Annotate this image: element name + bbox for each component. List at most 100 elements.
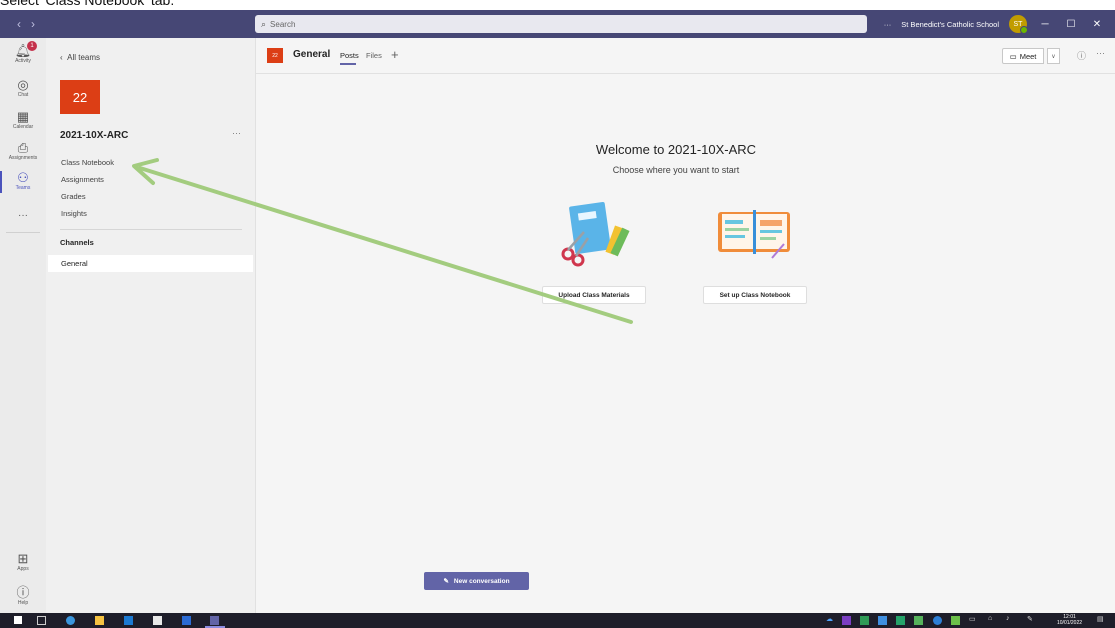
history-nav: ‹ › bbox=[0, 17, 52, 31]
new-conversation-label: New conversation bbox=[453, 577, 510, 585]
upload-class-materials-button[interactable]: Upload Class Materials bbox=[542, 286, 646, 304]
rail-label: Apps bbox=[17, 566, 29, 572]
taskbar-clock[interactable]: 12:01 10/01/2022 bbox=[1057, 614, 1082, 626]
team-link-assignments[interactable]: Assignments bbox=[61, 175, 104, 184]
org-name[interactable]: St Benedict's Catholic School bbox=[901, 20, 999, 29]
edge-icon[interactable] bbox=[66, 616, 75, 625]
instruction-caption: Select 'Class Notebook' tab. bbox=[0, 0, 175, 8]
title-bar: ‹ › ⌕ Search ··· St Benedict's Catholic … bbox=[0, 10, 1115, 38]
meet-button[interactable]: ▭ Meet bbox=[1002, 48, 1044, 64]
settings-more-icon[interactable]: ··· bbox=[884, 20, 892, 29]
assignments-icon: ⎙ bbox=[17, 140, 29, 155]
main-content: 22 General Posts Files + ▭ Meet ∨ ⓘ ··· … bbox=[256, 38, 1115, 613]
rail-label: Chat bbox=[17, 92, 29, 98]
file-explorer-icon[interactable] bbox=[95, 616, 104, 625]
start-icon[interactable] bbox=[14, 616, 22, 624]
tray-app-icon[interactable] bbox=[860, 616, 869, 625]
word-icon[interactable] bbox=[182, 616, 191, 625]
rail-item-apps[interactable]: ⊞ Apps bbox=[0, 552, 46, 573]
tray-app-icon[interactable] bbox=[914, 616, 923, 625]
minimize-icon[interactable]: ─ bbox=[1037, 19, 1053, 30]
chevron-left-icon: ‹ bbox=[60, 53, 63, 62]
clock-date: 10/01/2022 bbox=[1057, 620, 1083, 626]
rail-more-icon[interactable]: ··· bbox=[0, 210, 46, 221]
teams-icon: ⚇ bbox=[17, 170, 29, 185]
team-more-icon[interactable]: ··· bbox=[232, 128, 241, 138]
activity-badge: 1 bbox=[27, 41, 37, 51]
tray-cloud-icon[interactable]: ☁ bbox=[826, 615, 833, 623]
rail-divider bbox=[6, 232, 40, 233]
tab-posts[interactable]: Posts bbox=[340, 51, 359, 65]
tray-app-icon[interactable] bbox=[878, 616, 887, 625]
search-icon: ⌕ bbox=[261, 18, 267, 29]
outlook-icon[interactable] bbox=[124, 616, 133, 625]
help-icon: ⓘ bbox=[16, 585, 30, 600]
rail-item-chat[interactable]: ◎ Chat bbox=[0, 78, 46, 99]
teams-taskbar-icon[interactable] bbox=[210, 616, 219, 625]
rail-item-help[interactable]: ⓘ Help bbox=[0, 586, 46, 607]
app-rail: 🔔︎ 1 Activity ◎ Chat ▦ Calendar ⎙ Assign… bbox=[0, 38, 46, 613]
rail-item-teams[interactable]: ⚇ Teams bbox=[0, 170, 46, 193]
welcome-subtitle: Choose where you want to start bbox=[612, 165, 740, 175]
bell-icon: 🔔︎ bbox=[14, 43, 32, 58]
class-notebook-illustration bbox=[718, 210, 790, 259]
add-tab-icon[interactable]: + bbox=[391, 47, 399, 62]
info-icon[interactable]: ⓘ bbox=[1077, 49, 1086, 62]
tray-onenote-icon[interactable] bbox=[842, 616, 851, 625]
team-name: 2021-10X-ARC bbox=[60, 130, 129, 141]
tray-app-icon[interactable] bbox=[933, 616, 942, 625]
rail-item-assignments[interactable]: ⎙ Assignments bbox=[0, 141, 46, 162]
channel-item-general[interactable]: General bbox=[48, 255, 253, 272]
tray-app-icon[interactable] bbox=[951, 616, 960, 625]
team-link-grades[interactable]: Grades bbox=[61, 192, 86, 201]
team-link-class-notebook[interactable]: Class Notebook bbox=[61, 158, 114, 167]
rail-label: Activity bbox=[15, 58, 31, 64]
search-input[interactable]: ⌕ Search bbox=[255, 15, 867, 33]
setup-class-notebook-button[interactable]: Set up Class Notebook bbox=[703, 286, 807, 304]
tray-network-icon[interactable]: ⌂ bbox=[988, 615, 992, 622]
channel-label: General bbox=[61, 259, 88, 268]
windows-taskbar: ☁ ▭ ⌂ ♪ ✎ 12:01 10/01/2022 ▤ bbox=[0, 613, 1115, 628]
maximize-icon[interactable]: ☐ bbox=[1063, 19, 1079, 30]
channels-heading: Channels bbox=[60, 238, 94, 247]
tray-pen-icon[interactable]: ✎ bbox=[1027, 615, 1033, 623]
sims-icon[interactable] bbox=[153, 616, 162, 625]
rail-label: Teams bbox=[15, 185, 31, 191]
title-bar-right: ··· St Benedict's Catholic School ST ─ ☐… bbox=[884, 10, 1105, 38]
tray-monitor-icon[interactable]: ▭ bbox=[969, 615, 976, 623]
rail-item-activity[interactable]: 🔔︎ 1 Activity bbox=[0, 41, 46, 65]
notifications-icon[interactable]: ▤ bbox=[1097, 615, 1104, 623]
rail-item-calendar[interactable]: ▦ Calendar bbox=[0, 110, 46, 131]
tab-files[interactable]: Files bbox=[366, 51, 382, 60]
avatar[interactable]: ST bbox=[1009, 15, 1028, 34]
tray-app-icon[interactable] bbox=[896, 616, 905, 625]
rail-label: Assignments bbox=[8, 155, 38, 161]
channel-header: 22 General Posts Files + ▭ Meet ∨ ⓘ ··· bbox=[256, 38, 1115, 74]
team-avatar-tile: 22 bbox=[60, 80, 100, 114]
compose-icon: ✎ bbox=[443, 578, 449, 585]
more-options-icon[interactable]: ··· bbox=[1096, 48, 1105, 58]
all-teams-link[interactable]: ‹ All teams bbox=[60, 53, 100, 62]
upload-materials-illustration bbox=[561, 201, 630, 267]
team-link-insights[interactable]: Insights bbox=[61, 209, 87, 218]
task-view-icon[interactable] bbox=[37, 616, 46, 625]
rail-label: Help bbox=[17, 600, 29, 606]
back-arrow-icon[interactable]: ‹ bbox=[17, 17, 21, 31]
team-panel: ‹ All teams 22 2021-10X-ARC ··· Class No… bbox=[46, 38, 256, 613]
close-icon[interactable]: ✕ bbox=[1089, 19, 1105, 30]
video-camera-icon: ▭ bbox=[1009, 51, 1017, 61]
meet-dropdown-chevron-icon[interactable]: ∨ bbox=[1047, 48, 1060, 64]
meet-label: Meet bbox=[1019, 51, 1037, 61]
chat-icon: ◎ bbox=[17, 77, 29, 92]
forward-arrow-icon[interactable]: › bbox=[31, 17, 35, 31]
all-teams-label: All teams bbox=[67, 53, 101, 62]
channel-team-tile: 22 bbox=[267, 48, 283, 63]
channel-title: General bbox=[293, 49, 331, 60]
tray-volume-icon[interactable]: ♪ bbox=[1006, 615, 1010, 622]
apps-icon: ⊞ bbox=[17, 551, 29, 566]
search-placeholder: Search bbox=[270, 19, 296, 29]
avatar-initials: ST bbox=[1013, 20, 1023, 28]
welcome-title: Welcome to 2021-10X-ARC bbox=[595, 142, 757, 157]
team-panel-divider bbox=[60, 229, 242, 230]
new-conversation-button[interactable]: ✎ New conversation bbox=[424, 572, 529, 590]
